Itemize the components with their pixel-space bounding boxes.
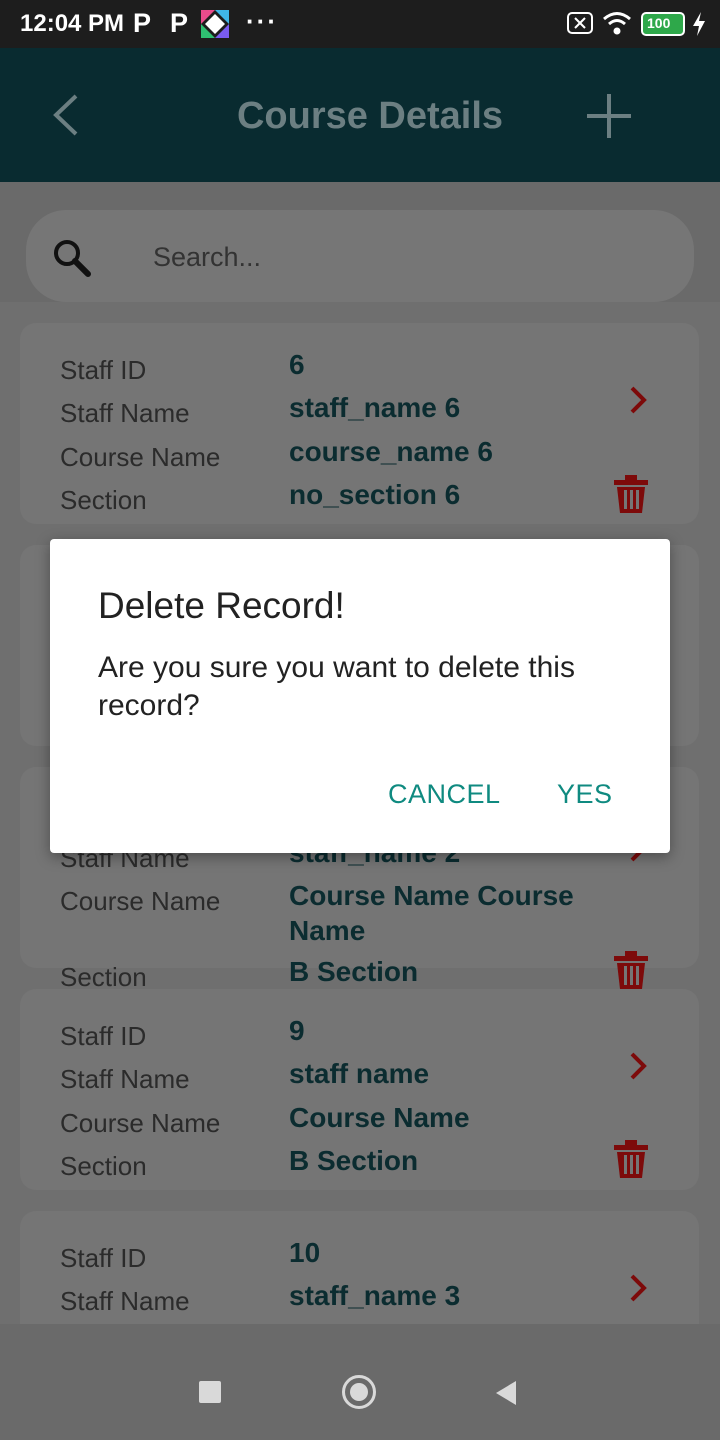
add-icon[interactable]: [584, 91, 634, 141]
app-notification-icon: [201, 10, 229, 38]
course-name-value: Course Name Course: [289, 880, 574, 911]
delete-icon[interactable]: [614, 1140, 648, 1178]
course-name-label: Course Name: [60, 1108, 221, 1138]
search-bar[interactable]: [26, 210, 695, 304]
dialog-message: Are you sure you want to delete this rec…: [98, 651, 575, 722]
staff-name-label: Staff Name: [60, 1064, 190, 1094]
battery-level: 100: [647, 15, 671, 31]
section-label: Section: [60, 1151, 147, 1181]
home-icon[interactable]: [342, 1375, 376, 1409]
course-name-value: course_name 6: [289, 436, 493, 467]
staff-id-label: Staff ID: [60, 355, 147, 385]
battery-icon: 100: [641, 12, 685, 36]
course-card[interactable]: Staff ID 9 Staff Name staff name Course …: [20, 989, 699, 1190]
staff-name-value: staff_name 6: [289, 392, 461, 423]
back-nav-icon[interactable]: [494, 1379, 518, 1407]
charging-icon: [693, 12, 705, 36]
staff-id-label: Staff ID: [60, 1243, 147, 1273]
app-bar: Course Details: [0, 48, 720, 182]
course-card[interactable]: Staff ID 6 Staff Name staff_name 6 Cours…: [20, 323, 699, 524]
course-name-label: Course Name: [60, 886, 221, 916]
search-input[interactable]: [126, 210, 695, 304]
course-name-value: Course Name: [289, 1102, 470, 1133]
staff-name-value: staff_name 3: [289, 1280, 461, 1311]
staff-id-value: 6: [289, 349, 305, 380]
chevron-right-icon[interactable]: [628, 1273, 648, 1303]
staff-name-label: Staff Name: [60, 1286, 190, 1316]
home-icon-core: [350, 1383, 368, 1401]
course-name-label: Course Name: [60, 442, 221, 472]
chevron-right-icon[interactable]: [628, 385, 648, 415]
section-value: B Section: [289, 956, 419, 987]
more-notifications-icon: ···: [246, 6, 278, 36]
delete-icon[interactable]: [614, 475, 648, 513]
staff-name-label: Staff Name: [60, 398, 190, 428]
delete-dialog: Delete Record! Are you sure you want to …: [50, 539, 670, 853]
staff-id-value: 9: [289, 1015, 305, 1046]
status-time: 12:04 PM: [20, 10, 125, 37]
delete-icon[interactable]: [614, 951, 648, 989]
no-sim-icon: [567, 12, 593, 34]
recents-icon[interactable]: [199, 1381, 221, 1403]
course-card[interactable]: Staff ID 10 Staff Name staff_name 3: [20, 1211, 699, 1324]
notification-p-icon: P: [170, 8, 189, 38]
system-nav-bar: [0, 1324, 720, 1440]
staff-id-label: Staff ID: [60, 1021, 147, 1051]
chevron-right-icon[interactable]: [628, 1051, 648, 1081]
notification-p-icon: P: [133, 8, 152, 38]
cancel-button[interactable]: CANCEL: [388, 779, 501, 810]
section-value: B Section: [289, 1145, 419, 1176]
staff-name-value: staff name: [289, 1058, 430, 1089]
course-name-value-continued: Name: [289, 915, 366, 946]
status-bar: 12:04 PM P P ··· 100: [0, 0, 720, 48]
search-icon: [54, 240, 91, 277]
section-label: Section: [60, 485, 147, 515]
wifi-icon: [603, 12, 631, 35]
dialog-title: Delete Record!: [98, 585, 345, 626]
staff-id-value: 10: [289, 1237, 321, 1268]
section-value: no_section 6: [289, 479, 461, 510]
yes-button[interactable]: YES: [557, 779, 613, 810]
